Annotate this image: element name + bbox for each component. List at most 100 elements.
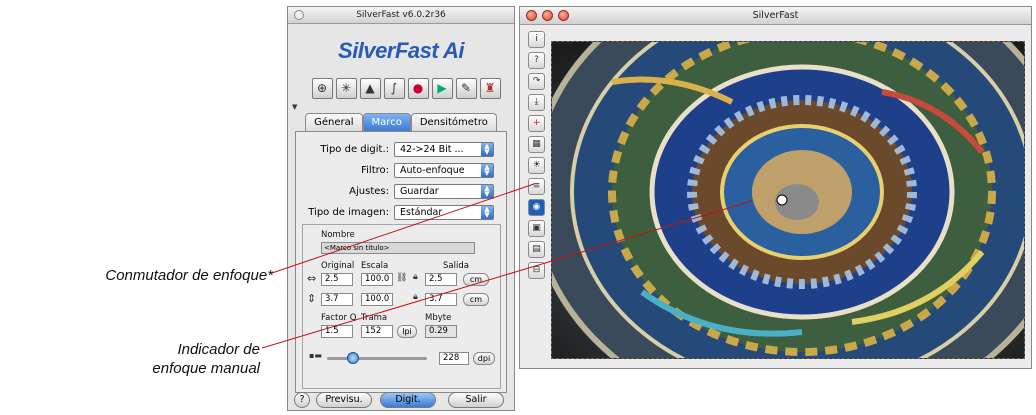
width-output-field[interactable]: 2.5 [425, 273, 457, 286]
vertical-toolbar: i ? ↷ ⤓ + ▦ ☀ ≡ ◉ ▣ ▤ ⊟ [528, 31, 546, 283]
callout-manual-focus-line2: enfoque manual [152, 360, 260, 377]
tab-content-marco: Tipo de digit.: 42->24 Bit ... ▲ ▼ Filtro:… [295, 131, 507, 393]
settings-value: Guardar [400, 186, 439, 197]
aperture-icon[interactable]: ✳ [335, 78, 357, 99]
width-scale-field[interactable]: 100.0 [361, 273, 393, 286]
chain-link-icon[interactable]: ⛓ [396, 273, 407, 283]
field-row-filter: Filtro: Auto-enfoque ▲ ▼ [296, 161, 506, 180]
help-icon[interactable]: ? [528, 52, 545, 69]
salida-label: Salida [443, 261, 469, 271]
factorq-label: Factor Q [321, 313, 357, 323]
settings-select[interactable]: Guardar ▲ ▼ [394, 184, 494, 199]
scan-button[interactable]: Digit. [380, 392, 436, 408]
screenshot-root: Conmutador de enfoque* Indicador de enfo… [0, 0, 1036, 415]
trama-unit-button[interactable]: lpi [397, 325, 417, 338]
image-type-select[interactable]: Estándar ▲ ▼ [394, 205, 494, 220]
mbyte-value: 0.29 [425, 325, 457, 338]
original-label: Original [321, 261, 355, 271]
filter-label: Filtro: [361, 165, 389, 176]
scan-type-value: 42->24 Bit ... [400, 144, 464, 155]
panel-title: SilverFast v6.0.2r36 [356, 10, 446, 20]
exit-button[interactable]: Salir [448, 392, 504, 408]
tab-densitometro[interactable]: Densitómetro [410, 113, 497, 131]
callout-focus-toggle: Conmutador de enfoque* [105, 267, 273, 284]
pipette-icon[interactable]: ✎ [455, 78, 477, 99]
histogram-icon[interactable]: ▲ [359, 78, 381, 99]
ruler-icon[interactable]: ⊟ [528, 262, 545, 279]
traffic-lights [526, 10, 569, 21]
toolbar: ⊕ ✳ ▲ ∫ ● ▶ ✎ ♜ [288, 78, 514, 99]
image-type-value: Estándar [400, 207, 443, 218]
close-icon[interactable] [294, 10, 304, 20]
frame-settings-box: Nombre <Marco sin título> Original Escal… [302, 224, 501, 389]
close-icon[interactable] [526, 10, 537, 21]
popup-arrows-icon: ▲ ▼ [481, 143, 493, 156]
image-type-label: Tipo de imagen: [308, 207, 389, 218]
window-title: SilverFast [752, 10, 799, 21]
resolution-slider-knob[interactable] [347, 352, 359, 364]
mbyte-label: Mbyte [425, 313, 452, 323]
zoom-icon[interactable] [558, 10, 569, 21]
height-scale-field[interactable]: 100.0 [361, 293, 393, 306]
magnifier-icon[interactable]: ⊕ [311, 78, 333, 99]
window-titlebar: SilverFast [520, 7, 1031, 25]
resolution-unit-button[interactable]: dpi [473, 352, 495, 365]
factorq-field[interactable]: 1.5 [321, 325, 353, 338]
silverfast-control-panel: SilverFast v6.0.2r36 SilverFast Ai ▼ ⊕ ✳… [287, 6, 515, 411]
settings-label: Ajustes: [349, 186, 389, 197]
resolution-field[interactable]: 228 [439, 352, 469, 365]
bottom-button-bar: ? Previsu. Digit. Salir [288, 388, 514, 410]
height-arrows-icon: ⇕ [307, 292, 317, 305]
field-row-scan-type: Tipo de digit.: 42->24 Bit ... ▲ ▼ [296, 140, 506, 159]
gang-icon[interactable]: ◉ [528, 199, 545, 216]
width-arrows-icon: ⇔ [307, 272, 317, 285]
escala-label: Escala [361, 261, 389, 271]
minimize-icon[interactable] [542, 10, 553, 21]
height-unit-button[interactable]: cm [463, 293, 489, 306]
tab-strip: Géneral Marco Densitómetro [288, 113, 514, 131]
popup-arrows-icon: ▲ ▼ [481, 206, 493, 219]
resolution-slider-track[interactable] [327, 357, 427, 360]
color-wheel-icon[interactable]: ● [407, 78, 429, 99]
cap-icon[interactable]: ♜ [479, 78, 501, 99]
lock-icon[interactable]: 🔒︎ [413, 292, 418, 302]
sun-icon[interactable]: ☀ [528, 157, 545, 174]
lock-icon[interactable]: 🔒︎ [413, 272, 418, 282]
panel-titlebar: SilverFast v6.0.2r36 [288, 7, 514, 24]
info-icon[interactable]: i [528, 31, 545, 48]
preview-image[interactable] [551, 41, 1025, 359]
height-original-field[interactable]: 3.7 [321, 293, 353, 306]
filter-value: Auto-enfoque [400, 165, 465, 176]
rotate-icon[interactable]: ↷ [528, 73, 545, 90]
focus-toggle-icon[interactable]: ≡ [528, 178, 545, 195]
selective-color-icon[interactable]: ▶ [431, 78, 453, 99]
width-unit-button[interactable]: cm [463, 273, 489, 286]
scan-type-label: Tipo de digit.: [320, 144, 389, 155]
trama-field[interactable]: 152 [361, 325, 393, 338]
filter-select[interactable]: Auto-enfoque ▲ ▼ [394, 163, 494, 178]
ceramic-plate-image [552, 42, 1024, 358]
brand-logo: SilverFast Ai [338, 38, 464, 63]
height-output-field[interactable]: 3.7 [425, 293, 457, 306]
frame-name-field[interactable]: <Marco sin título> [321, 242, 475, 254]
preview-window: SilverFast i ? ↷ ⤓ + ▦ ☀ ≡ ◉ ▣ ▤ ⊟ [519, 6, 1032, 369]
preview-button[interactable]: Previsu. [316, 392, 372, 408]
popup-arrows-icon: ▲ ▼ [481, 164, 493, 177]
curve-icon[interactable]: ∫ [383, 78, 405, 99]
scan-type-select[interactable]: 42->24 Bit ... ▲ ▼ [394, 142, 494, 157]
popup-arrows-icon: ▲ ▼ [481, 185, 493, 198]
tab-general[interactable]: Géneral [305, 113, 363, 131]
tab-marco[interactable]: Marco [362, 113, 411, 131]
resolution-icon: ▪▬ [309, 351, 322, 360]
field-row-image-type: Tipo de imagen: Estándar ▲ ▼ [296, 203, 506, 222]
film-icon[interactable]: ▤ [528, 241, 545, 258]
flip-icon[interactable]: ⤓ [528, 94, 545, 111]
grid-icon[interactable]: ▦ [528, 136, 545, 153]
callout-manual-focus: Indicador de enfoque manual [90, 340, 260, 378]
help-icon[interactable]: ? [294, 392, 310, 408]
crosshair-icon[interactable]: + [528, 115, 545, 132]
frame-icon[interactable]: ▣ [528, 220, 545, 237]
disclosure-triangle-icon[interactable]: ▼ [292, 103, 297, 111]
trama-label: Trama [361, 313, 388, 323]
width-original-field[interactable]: 2.5 [321, 273, 353, 286]
